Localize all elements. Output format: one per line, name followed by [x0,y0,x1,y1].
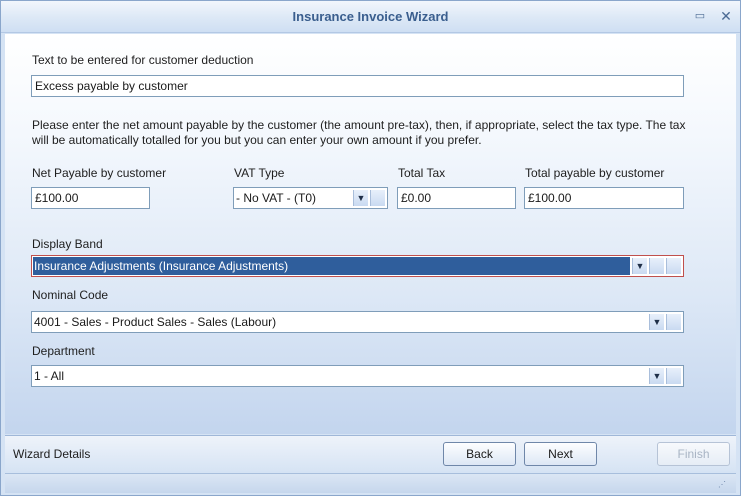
display-band-dropdown[interactable]: Insurance Adjustments (Insurance Adjustm… [31,255,684,277]
vat-type-dropdown[interactable]: - No VAT - (T0) ▼ [233,187,388,209]
status-bar: ⋰ [5,473,736,493]
nominal-code-label: Nominal Code [32,288,109,302]
display-band-label: Display Band [32,237,103,251]
display-band-value: Insurance Adjustments (Insurance Adjustm… [34,259,289,273]
deduction-text-field[interactable]: Excess payable by customer [31,75,684,97]
vat-type-value: - No VAT - (T0) [236,191,317,205]
display-band-extra-button-2[interactable] [666,258,681,274]
nominal-code-extra-button[interactable] [666,314,681,330]
vat-type-extra-button[interactable] [370,190,385,206]
total-tax-field[interactable]: £0.00 [397,187,516,209]
wizard-footer: Wizard Details Back Next Finish [5,435,736,471]
department-value: 1 - All [34,369,65,383]
finish-button[interactable]: Finish [657,442,730,466]
department-dropdown[interactable]: 1 - All ▼ [31,365,684,387]
instructions-text: Please enter the net amount payable by t… [32,118,686,147]
chevron-down-icon[interactable]: ▼ [649,314,664,330]
net-payable-field[interactable]: £100.00 [31,187,150,209]
title-bar: Insurance Invoice Wizard ▭ ✕ [1,1,740,33]
insurance-invoice-wizard-window: Insurance Invoice Wizard ▭ ✕ Text to be … [0,0,741,496]
wizard-content: Text to be entered for customer deductio… [5,34,736,434]
nominal-code-value: 4001 - Sales - Product Sales - Sales (La… [34,315,277,329]
resize-grip-icon[interactable]: ⋰ [718,480,728,490]
department-extra-button[interactable] [666,368,681,384]
total-payable-label: Total payable by customer [525,166,665,180]
restore-icon[interactable]: ▭ [691,7,709,25]
window-title: Insurance Invoice Wizard [292,9,449,24]
back-button[interactable]: Back [443,442,516,466]
wizard-details-label: Wizard Details [13,447,91,461]
vat-type-label: VAT Type [234,166,285,180]
total-payable-field[interactable]: £100.00 [524,187,684,209]
next-button[interactable]: Next [524,442,597,466]
net-payable-label: Net Payable by customer [32,166,167,180]
deduction-label: Text to be entered for customer deductio… [32,53,254,67]
nominal-code-dropdown[interactable]: 4001 - Sales - Product Sales - Sales (La… [31,311,684,333]
chevron-down-icon[interactable]: ▼ [632,258,647,274]
close-icon[interactable]: ✕ [717,7,735,25]
chevron-down-icon[interactable]: ▼ [353,190,368,206]
total-tax-label: Total Tax [398,166,446,180]
display-band-extra-button[interactable] [649,258,664,274]
chevron-down-icon[interactable]: ▼ [649,368,664,384]
department-label: Department [32,344,95,358]
